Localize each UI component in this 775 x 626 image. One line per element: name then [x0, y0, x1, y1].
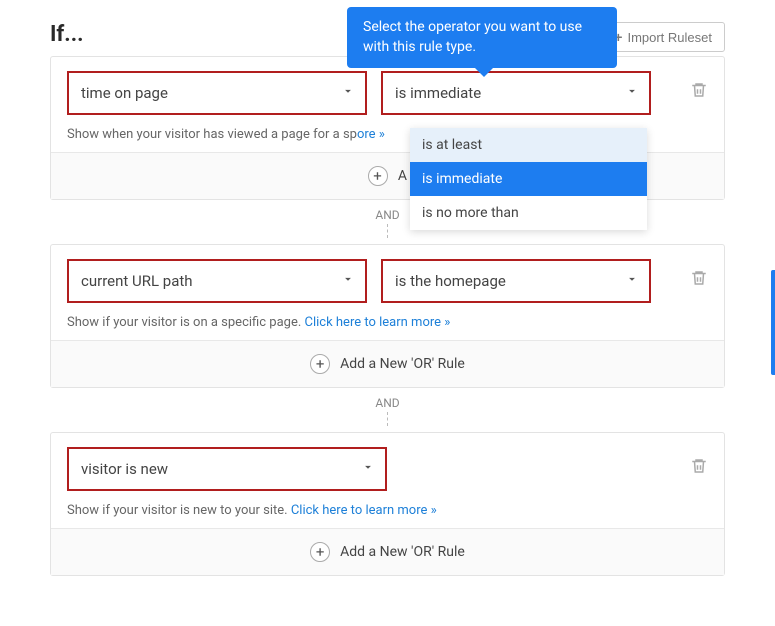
scroll-indicator [771, 270, 775, 375]
and-separator: AND [50, 396, 725, 426]
dropdown-item[interactable]: is immediate [410, 162, 647, 196]
operator-value: is immediate [395, 84, 481, 102]
dropdown-item[interactable]: is no more than [410, 196, 647, 230]
chevron-down-icon [625, 84, 639, 102]
operator-select[interactable]: is immediate [381, 71, 651, 115]
operator-value: is the homepage [395, 272, 506, 290]
import-ruleset-button[interactable]: + Import Ruleset [601, 22, 725, 52]
learn-more-link[interactable]: Click here to learn more » [305, 315, 451, 330]
import-ruleset-label: Import Ruleset [627, 30, 712, 45]
learn-more-link[interactable]: ore » [357, 127, 385, 142]
plus-circle-icon: + [310, 542, 330, 562]
plus-circle-icon: + [310, 354, 330, 374]
chevron-down-icon [341, 272, 355, 290]
page-title: If... [50, 22, 83, 47]
rule-block: visitor is new Show if your visitor is n… [50, 432, 725, 576]
rule-type-value: current URL path [81, 272, 193, 290]
chevron-down-icon [625, 272, 639, 290]
rule-help-text: Show if your visitor is new to your site… [67, 503, 708, 518]
dropdown-item[interactable]: is at least [410, 128, 647, 162]
rule-block: current URL path is the homepage [50, 244, 725, 388]
operator-dropdown[interactable]: is at least is immediate is no more than [410, 128, 647, 230]
plus-circle-icon: + [368, 166, 388, 186]
delete-rule-button[interactable] [690, 456, 708, 480]
add-or-label: Add a New 'OR' Rule [340, 356, 465, 372]
operator-tooltip: Select the operator you want to use with… [347, 7, 617, 68]
add-or-label: Add a New 'OR' Rule [340, 544, 465, 560]
add-or-label: A [398, 168, 408, 184]
chevron-down-icon [341, 84, 355, 102]
operator-select[interactable]: is the homepage [381, 259, 651, 303]
chevron-down-icon [361, 460, 375, 478]
rule-type-select[interactable]: current URL path [67, 259, 367, 303]
learn-more-link[interactable]: Click here to learn more » [291, 503, 437, 518]
add-or-rule-button[interactable]: + Add a New 'OR' Rule [51, 340, 724, 387]
rule-type-select[interactable]: time on page [67, 71, 367, 115]
rule-type-select[interactable]: visitor is new [67, 447, 387, 491]
rule-help-text: Show if your visitor is on a specific pa… [67, 315, 708, 330]
add-or-rule-button[interactable]: + Add a New 'OR' Rule [51, 528, 724, 575]
rule-type-value: time on page [81, 84, 168, 102]
rule-type-value: visitor is new [81, 460, 168, 478]
delete-rule-button[interactable] [690, 80, 708, 104]
delete-rule-button[interactable] [690, 268, 708, 292]
